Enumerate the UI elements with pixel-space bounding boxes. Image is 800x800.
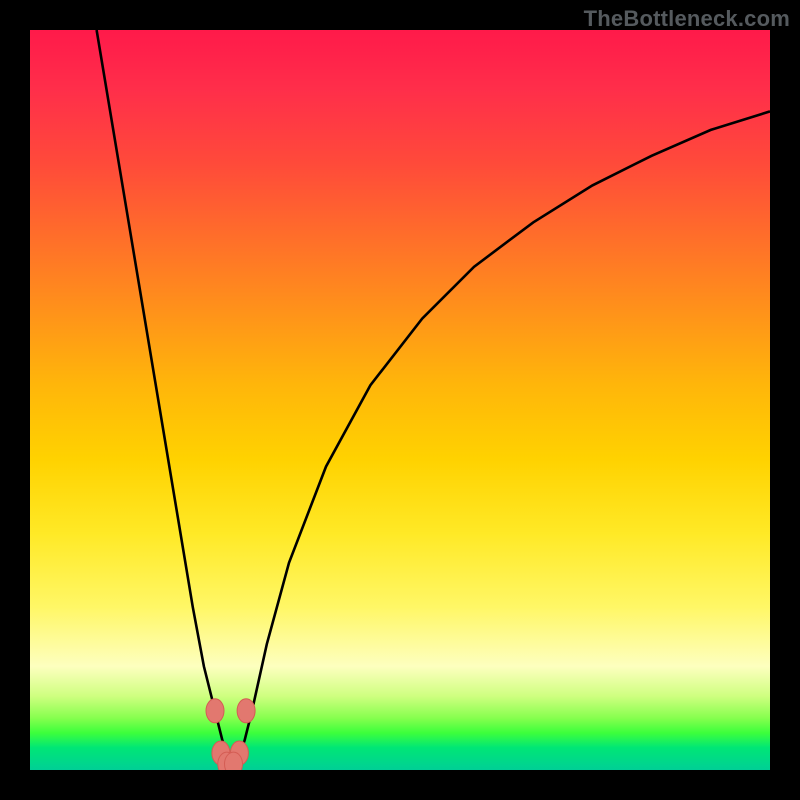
curve-marker bbox=[237, 699, 255, 723]
curve-marker bbox=[225, 752, 243, 770]
plot-area bbox=[30, 30, 770, 770]
curve-layer bbox=[30, 30, 770, 770]
curve-marker bbox=[206, 699, 224, 723]
curve-markers bbox=[206, 699, 255, 770]
bottleneck-curve bbox=[97, 30, 770, 761]
chart-frame: TheBottleneck.com bbox=[0, 0, 800, 800]
attribution-watermark: TheBottleneck.com bbox=[584, 6, 790, 32]
bottleneck-curve-path bbox=[97, 30, 770, 761]
